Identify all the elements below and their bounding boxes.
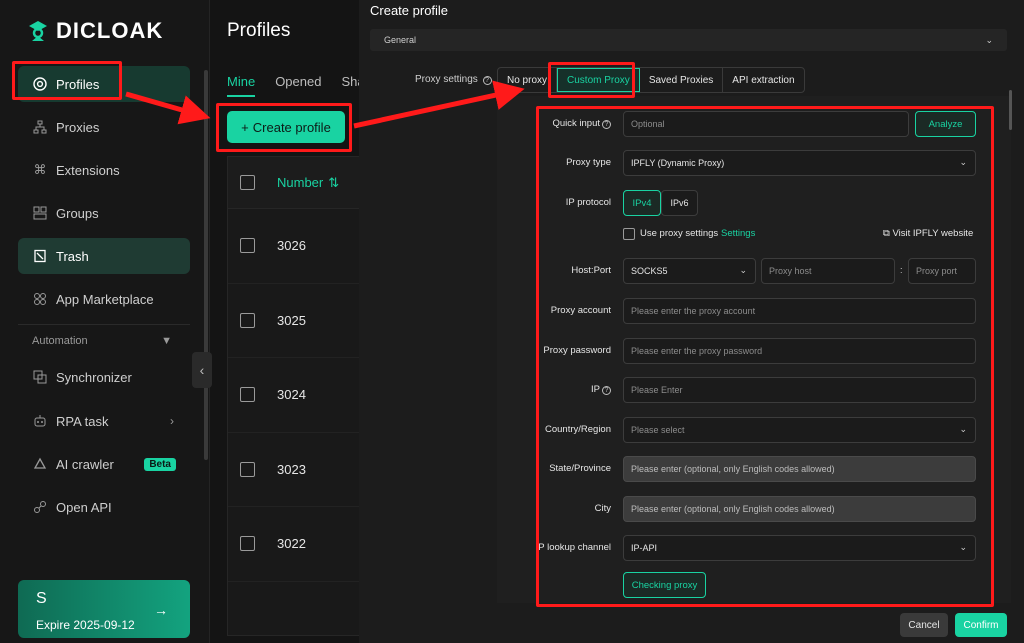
command-icon: ⌘: [33, 162, 47, 177]
row-number: 3025: [277, 312, 306, 328]
robot-icon: [32, 413, 48, 429]
sidebar-item-label: Trash: [56, 248, 89, 264]
tab-mine[interactable]: Mine: [227, 74, 256, 97]
proxy-mode-selector: No proxy Custom Proxy Saved Proxies API …: [497, 67, 805, 93]
confirm-button[interactable]: Confirm: [955, 613, 1007, 637]
column-label: Number: [277, 175, 324, 190]
app-window: DICLOAK Profiles Proxies ⌘ Extensions Gr…: [0, 0, 1024, 643]
arrow-right-icon: →: [154, 602, 168, 618]
automation-section[interactable]: Automation ▼: [32, 335, 172, 347]
sidebar-scrollbar[interactable]: [204, 70, 208, 460]
chevron-down-icon: ⌄: [985, 35, 993, 45]
avatar: S: [36, 590, 47, 607]
sync-icon: [32, 369, 48, 385]
row-number: 3022: [277, 536, 306, 552]
sidebar-item-label: Extensions: [56, 162, 120, 178]
sidebar-item-open-api[interactable]: Open API: [18, 489, 190, 525]
proxy-settings-text: Proxy settings: [415, 74, 478, 85]
caret-down-icon: ▼: [161, 335, 172, 347]
modal-scrollbar[interactable]: [1009, 90, 1012, 130]
section-label: Automation: [32, 335, 88, 347]
highlight-create-profile: [216, 103, 352, 152]
grid-icon: [32, 205, 48, 221]
sidebar-item-label: Proxies: [56, 119, 100, 135]
sidebar-item-rpa-task[interactable]: RPA task ›: [18, 403, 190, 439]
proxy-settings-label: Proxy settings ?: [415, 74, 492, 85]
sidebar-item-extensions[interactable]: ⌘ Extensions: [18, 152, 190, 188]
row-number: 3023: [277, 461, 306, 477]
beta-badge: Beta: [144, 457, 176, 471]
logo-icon: [29, 21, 47, 41]
row-checkbox[interactable]: [240, 536, 255, 552]
highlight-custom-proxy: [548, 62, 635, 98]
network-icon: [32, 119, 48, 135]
row-number: 3024: [277, 387, 306, 403]
chevron-right-icon: ›: [170, 414, 174, 428]
sidebar-item-label: AI crawler: [56, 456, 114, 472]
section-label: General: [384, 35, 417, 45]
modal-title: Create profile: [370, 3, 449, 18]
sidebar-item-groups[interactable]: Groups: [18, 195, 190, 231]
sidebar-item-ai-crawler[interactable]: AI crawler Beta: [18, 446, 190, 482]
profile-tabs: Mine Opened Share: [227, 74, 376, 97]
sidebar-item-label: Synchronizer: [56, 369, 132, 385]
trash-icon: [32, 248, 48, 264]
link-icon: [32, 499, 48, 515]
tab-api-extraction[interactable]: API extraction: [723, 68, 803, 92]
tab-saved-proxies[interactable]: Saved Proxies: [640, 68, 724, 92]
highlight-proxy-panel: [536, 106, 994, 607]
row-checkbox[interactable]: [240, 312, 255, 328]
cancel-button[interactable]: Cancel: [900, 613, 948, 637]
sidebar-item-proxies[interactable]: Proxies: [18, 109, 190, 145]
row-number: 3026: [277, 238, 306, 254]
chevron-left-icon: ‹: [199, 362, 205, 378]
sidebar-item-label: Open API: [56, 499, 112, 515]
sidebar-item-synchronizer[interactable]: Synchronizer: [18, 359, 190, 395]
sidebar-item-app-marketplace[interactable]: App Marketplace: [18, 281, 190, 317]
row-checkbox[interactable]: [240, 238, 255, 254]
divider: [18, 324, 190, 325]
sidebar-item-trash[interactable]: Trash: [18, 238, 190, 274]
expire-date: Expire 2025-09-12: [36, 618, 135, 632]
column-header-number[interactable]: Number ⇅: [277, 175, 339, 191]
sidebar-item-label: Groups: [56, 205, 99, 221]
select-all-checkbox[interactable]: [240, 175, 255, 190]
row-checkbox[interactable]: [240, 461, 255, 477]
collapse-sidebar-button[interactable]: ‹: [192, 352, 212, 388]
page-title: Profiles: [227, 20, 291, 41]
sort-icon: ⇅: [328, 174, 340, 190]
apps-icon: [32, 291, 48, 307]
row-checkbox[interactable]: [240, 387, 255, 403]
general-section-header[interactable]: General ⌄: [370, 29, 1007, 51]
highlight-profiles: [12, 61, 122, 100]
brand-name: DICLOAK: [56, 18, 164, 43]
ai-icon: [32, 456, 48, 472]
sidebar-item-label: RPA task: [56, 413, 109, 429]
brand-logo: DICLOAK: [28, 18, 163, 44]
sidebar-item-label: App Marketplace: [56, 291, 154, 307]
tab-opened[interactable]: Opened: [275, 74, 321, 97]
help-icon[interactable]: ?: [482, 76, 492, 85]
subscription-card[interactable]: S Expire 2025-09-12 →: [18, 580, 190, 638]
